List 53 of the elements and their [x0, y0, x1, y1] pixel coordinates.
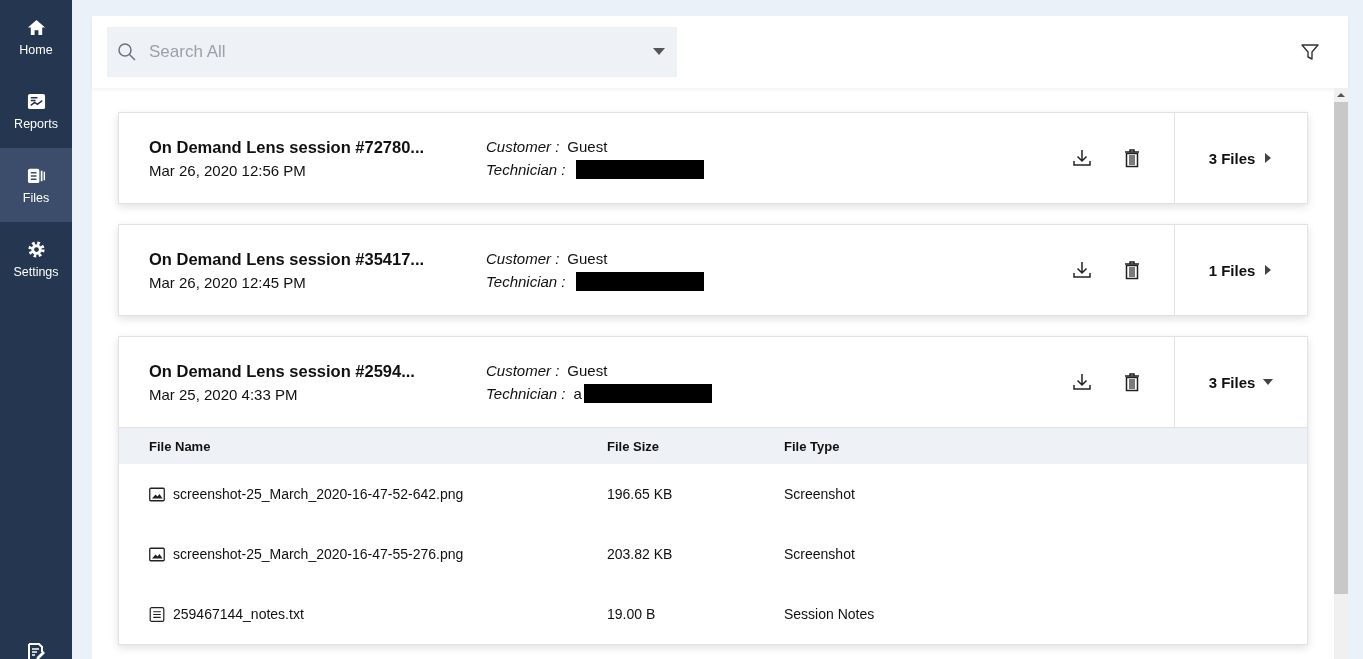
download-icon[interactable] [1072, 260, 1092, 280]
customer-label: Customer : [486, 138, 560, 155]
file-name[interactable]: 259467144_notes.txt [173, 606, 304, 622]
file-type: Screenshot [784, 486, 855, 502]
files-toggle[interactable]: 1 Files [1174, 225, 1307, 315]
settings-icon [26, 239, 46, 259]
file-name[interactable]: screenshot-25_March_2020-16-47-55-276.png [173, 546, 464, 562]
session-title[interactable]: On Demand Lens session #2594... [149, 361, 486, 381]
home-icon [26, 17, 46, 37]
file-type: Session Notes [784, 606, 875, 622]
session-date: Mar 25, 2020 4:33 PM [149, 385, 299, 403]
nav-item[interactable]: Reports [0, 74, 72, 148]
image-file-icon [149, 486, 165, 502]
search-icon [117, 42, 137, 62]
file-size: 19.00 B [607, 606, 657, 622]
session-date: Mar 26, 2020 12:45 PM [149, 273, 307, 291]
image-file-icon [149, 546, 165, 562]
technician-name: a [573, 385, 582, 402]
search-input[interactable]: Search All [147, 41, 643, 63]
customer-name: Guest [567, 138, 608, 155]
text-file-icon [149, 606, 165, 622]
filter-icon[interactable] [1300, 42, 1320, 62]
session-title[interactable]: On Demand Lens session #35417... [149, 249, 486, 269]
trash-icon[interactable] [1122, 260, 1142, 280]
file-type: Screenshot [784, 546, 855, 562]
customer-label: Customer : [486, 362, 560, 379]
download-icon[interactable] [1072, 372, 1092, 392]
column-header: File Type [784, 438, 840, 454]
search-field[interactable]: Search All [107, 27, 677, 77]
technician-label: Technician : [486, 273, 566, 290]
file-size: 203.82 KB [607, 546, 674, 562]
file-name[interactable]: screenshot-25_March_2020-16-47-52-642.png [173, 486, 464, 502]
scroll-up-icon[interactable] [1336, 90, 1346, 100]
dropdown-caret-icon[interactable] [653, 48, 665, 56]
edit-icon[interactable] [26, 641, 46, 659]
technician-label: Technician : [486, 161, 566, 178]
customer-label: Customer : [486, 250, 560, 267]
files-toggle[interactable]: 3 Files [1174, 113, 1307, 203]
column-header: File Name [148, 438, 212, 454]
customer-name: Guest [567, 362, 608, 379]
nav-item[interactable]: Settings [0, 222, 72, 296]
nav-item[interactable]: Files [0, 148, 72, 222]
file-size: 196.65 KB [607, 486, 674, 502]
trash-icon[interactable] [1122, 372, 1142, 392]
session-date: Mar 26, 2020 12:56 PM [149, 161, 307, 179]
download-icon[interactable] [1072, 148, 1092, 168]
session-title[interactable]: On Demand Lens session #72780... [149, 137, 486, 157]
column-header: File Size [607, 438, 661, 454]
trash-icon[interactable] [1122, 148, 1142, 168]
nav-item[interactable]: Home [0, 0, 72, 74]
customer-name: Guest [567, 250, 608, 267]
technician-label: Technician : [486, 385, 566, 402]
chart-icon [26, 91, 46, 111]
